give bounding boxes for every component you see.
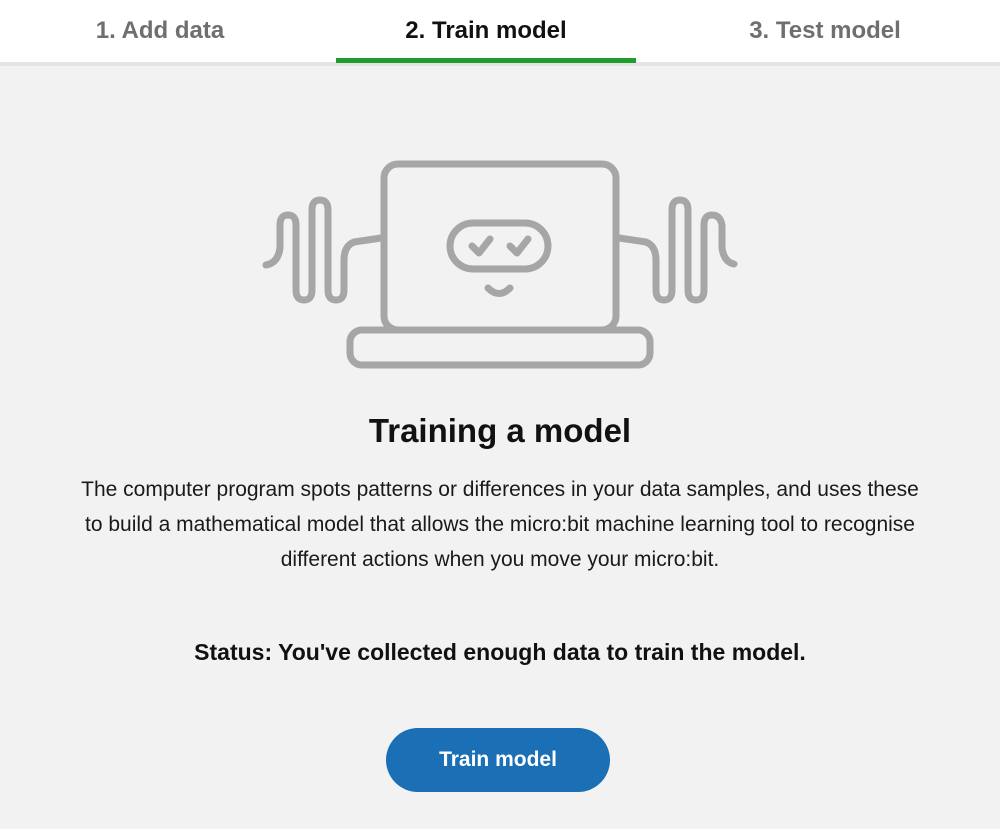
step-tabs: 1. Add data 2. Train model 3. Test model (0, 0, 1000, 66)
tab-test-model[interactable]: 3. Test model (700, 0, 950, 62)
train-model-button[interactable]: Train model (386, 728, 610, 792)
laptop-robot-sound-waves-icon (262, 160, 738, 369)
page-title: Training a model (368, 412, 632, 449)
tab-train-model[interactable]: 2. Train model (336, 0, 636, 62)
tab-add-data[interactable]: 1. Add data (60, 0, 260, 62)
description-text: The computer program spots patterns or d… (81, 478, 919, 571)
status-text: Status: You've collected enough data to … (194, 639, 806, 665)
active-tab-indicator (336, 58, 636, 63)
main-content: Training a model The computer program sp… (0, 66, 1000, 829)
